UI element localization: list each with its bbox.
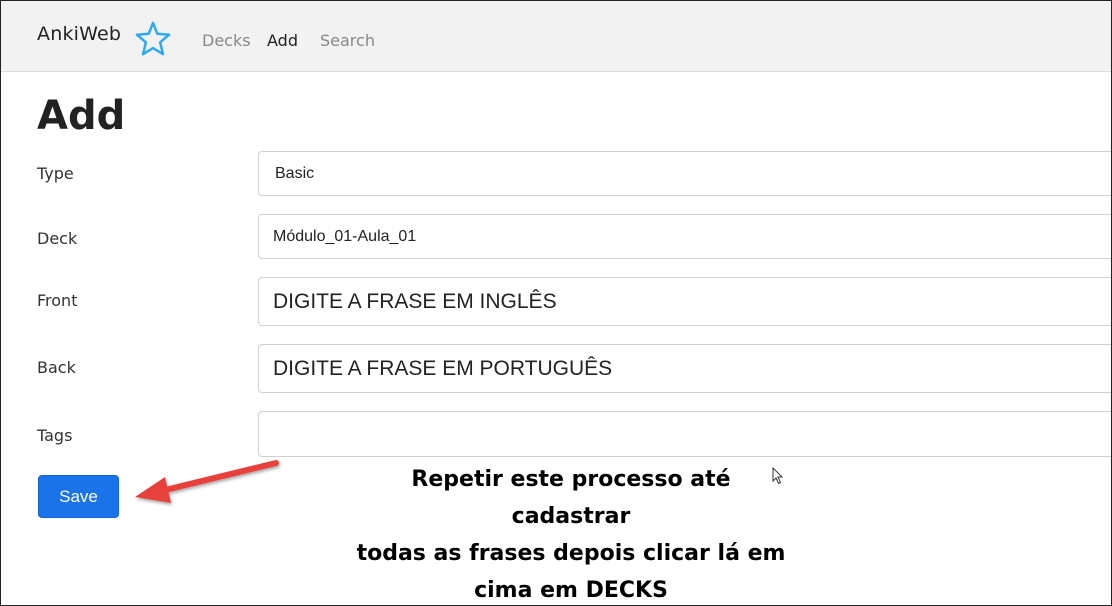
nav-add-link[interactable]: Add bbox=[267, 31, 298, 50]
type-select[interactable]: Basic bbox=[258, 151, 1111, 196]
annotation-arrow-icon bbox=[135, 460, 279, 503]
back-field[interactable]: DIGITE A FRASE EM PORTUGUÊS bbox=[258, 344, 1111, 393]
back-label: Back bbox=[37, 358, 76, 377]
annotation-text: Repetir este processo até cadastrar toda… bbox=[351, 461, 791, 605]
annotation-line: Repetir este processo até cadastrar bbox=[411, 467, 731, 529]
deck-select[interactable]: Módulo_01-Aula_01 bbox=[258, 214, 1111, 259]
annotation-line: todas as frases depois clicar lá em bbox=[356, 541, 786, 566]
star-icon[interactable] bbox=[134, 20, 172, 58]
navbar: AnkiWeb Decks Add Search bbox=[1, 1, 1111, 72]
type-label: Type bbox=[37, 164, 74, 183]
tags-label: Tags bbox=[37, 426, 73, 445]
save-button[interactable]: Save bbox=[38, 475, 119, 518]
page-title: Add bbox=[37, 93, 126, 139]
back-field-value: DIGITE A FRASE EM PORTUGUÊS bbox=[273, 356, 613, 380]
type-select-value: Basic bbox=[275, 164, 315, 182]
mouse-cursor-icon bbox=[772, 467, 784, 485]
front-label: Front bbox=[37, 291, 78, 310]
deck-label: Deck bbox=[37, 229, 78, 248]
nav-decks-link[interactable]: Decks bbox=[202, 31, 251, 50]
front-field-value: DIGITE A FRASE EM INGLÊS bbox=[273, 289, 557, 313]
tags-field[interactable] bbox=[258, 411, 1111, 457]
annotation-line: cima em DECKS bbox=[474, 578, 668, 603]
app-window: AnkiWeb Decks Add Search Add Type Basic … bbox=[0, 0, 1112, 606]
front-field[interactable]: DIGITE A FRASE EM INGLÊS bbox=[258, 277, 1111, 326]
deck-select-value: Módulo_01-Aula_01 bbox=[273, 227, 417, 245]
brand-logo-text[interactable]: AnkiWeb bbox=[37, 23, 121, 45]
nav-search-link[interactable]: Search bbox=[320, 31, 375, 50]
